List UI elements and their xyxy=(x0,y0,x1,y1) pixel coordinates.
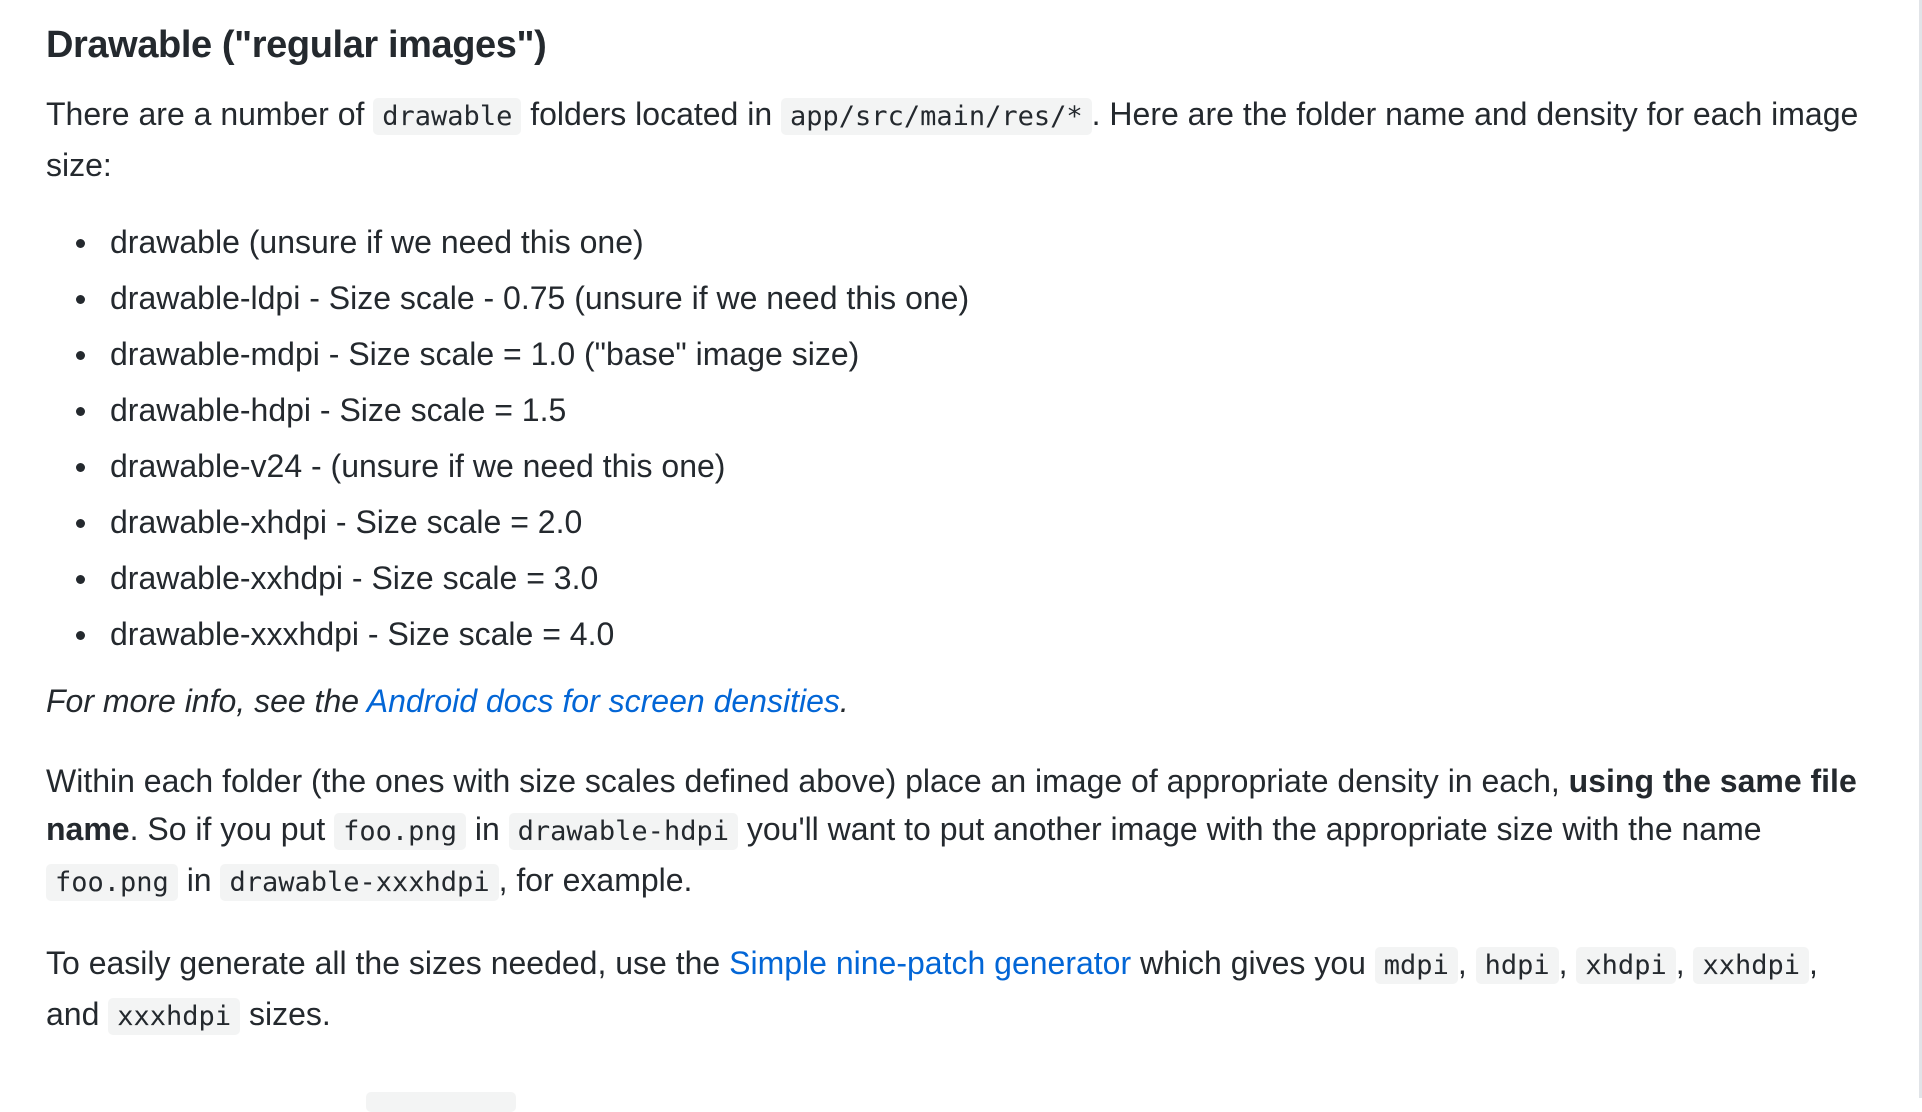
list-item: drawable-mdpi - Size scale = 1.0 ("base"… xyxy=(76,333,1876,375)
folder-list: drawable (unsure if we need this one) dr… xyxy=(46,221,1876,655)
inline-code-xxxhdpi: xxxhdpi xyxy=(108,998,241,1035)
inline-code-foo-png: foo.png xyxy=(46,864,178,901)
inline-code-xxhdpi: xxhdpi xyxy=(1693,947,1810,984)
generator-text-3: sizes. xyxy=(240,996,331,1032)
more-info-suffix: . xyxy=(839,683,849,719)
within-text-5: in xyxy=(177,862,221,898)
list-item: drawable-v24 - (unsure if we need this o… xyxy=(76,445,1876,487)
readme-content: Drawable ("regular images") There are a … xyxy=(46,0,1876,1041)
separator: , xyxy=(1457,945,1476,981)
section-heading: Drawable ("regular images") xyxy=(46,24,547,66)
inline-code-drawable-xxxhdpi: drawable-xxxhdpi xyxy=(220,864,499,901)
generator-text-2: which gives you xyxy=(1131,945,1375,981)
within-text-1: Within each folder (the ones with size s… xyxy=(46,763,1569,799)
within-text-6: , for example. xyxy=(498,862,693,898)
intro-text-1: There are a number of xyxy=(46,96,374,132)
generator-text-1: To easily generate all the sizes needed,… xyxy=(46,945,730,981)
list-item: drawable-xhdpi - Size scale = 2.0 xyxy=(76,501,1876,543)
more-info-prefix: For more info, see the xyxy=(46,683,367,719)
list-item: drawable-xxxhdpi - Size scale = 4.0 xyxy=(76,613,1876,655)
list-item: drawable-hdpi - Size scale = 1.5 xyxy=(76,389,1876,431)
within-text-4: you'll want to put another image with th… xyxy=(737,811,1762,847)
inline-code-hdpi: hdpi xyxy=(1475,947,1559,984)
nine-patch-generator-link[interactable]: Simple nine-patch generator xyxy=(729,945,1131,981)
within-text-3: in xyxy=(465,811,509,847)
intro-paragraph: There are a number of drawable folders l… xyxy=(46,90,1876,189)
inline-code-drawable: drawable xyxy=(373,98,522,135)
inline-code-drawable-hdpi: drawable-hdpi xyxy=(508,813,738,850)
inline-code-res-path: app/src/main/res/* xyxy=(781,98,1092,135)
within-text-2: . So if you put xyxy=(129,811,335,847)
inline-code-mdpi: mdpi xyxy=(1374,947,1458,984)
inline-code-xhdpi: xhdpi xyxy=(1576,947,1676,984)
list-item: drawable-ldpi - Size scale - 0.75 (unsur… xyxy=(76,277,1876,319)
inline-code-foo-png: foo.png xyxy=(334,813,466,850)
generator-paragraph: To easily generate all the sizes needed,… xyxy=(46,939,1876,1041)
android-docs-link[interactable]: Android docs for screen densities xyxy=(367,683,840,719)
separator: , xyxy=(1558,945,1577,981)
more-info-paragraph: For more info, see the Android docs for … xyxy=(46,677,1876,725)
cut-off-inline-code xyxy=(366,1092,516,1112)
list-item: drawable (unsure if we need this one) xyxy=(76,221,1876,263)
within-paragraph: Within each folder (the ones with size s… xyxy=(46,757,1876,907)
separator: , xyxy=(1675,945,1694,981)
list-item: drawable-xxhdpi - Size scale = 3.0 xyxy=(76,557,1876,599)
intro-text-2: folders located in xyxy=(521,96,782,132)
